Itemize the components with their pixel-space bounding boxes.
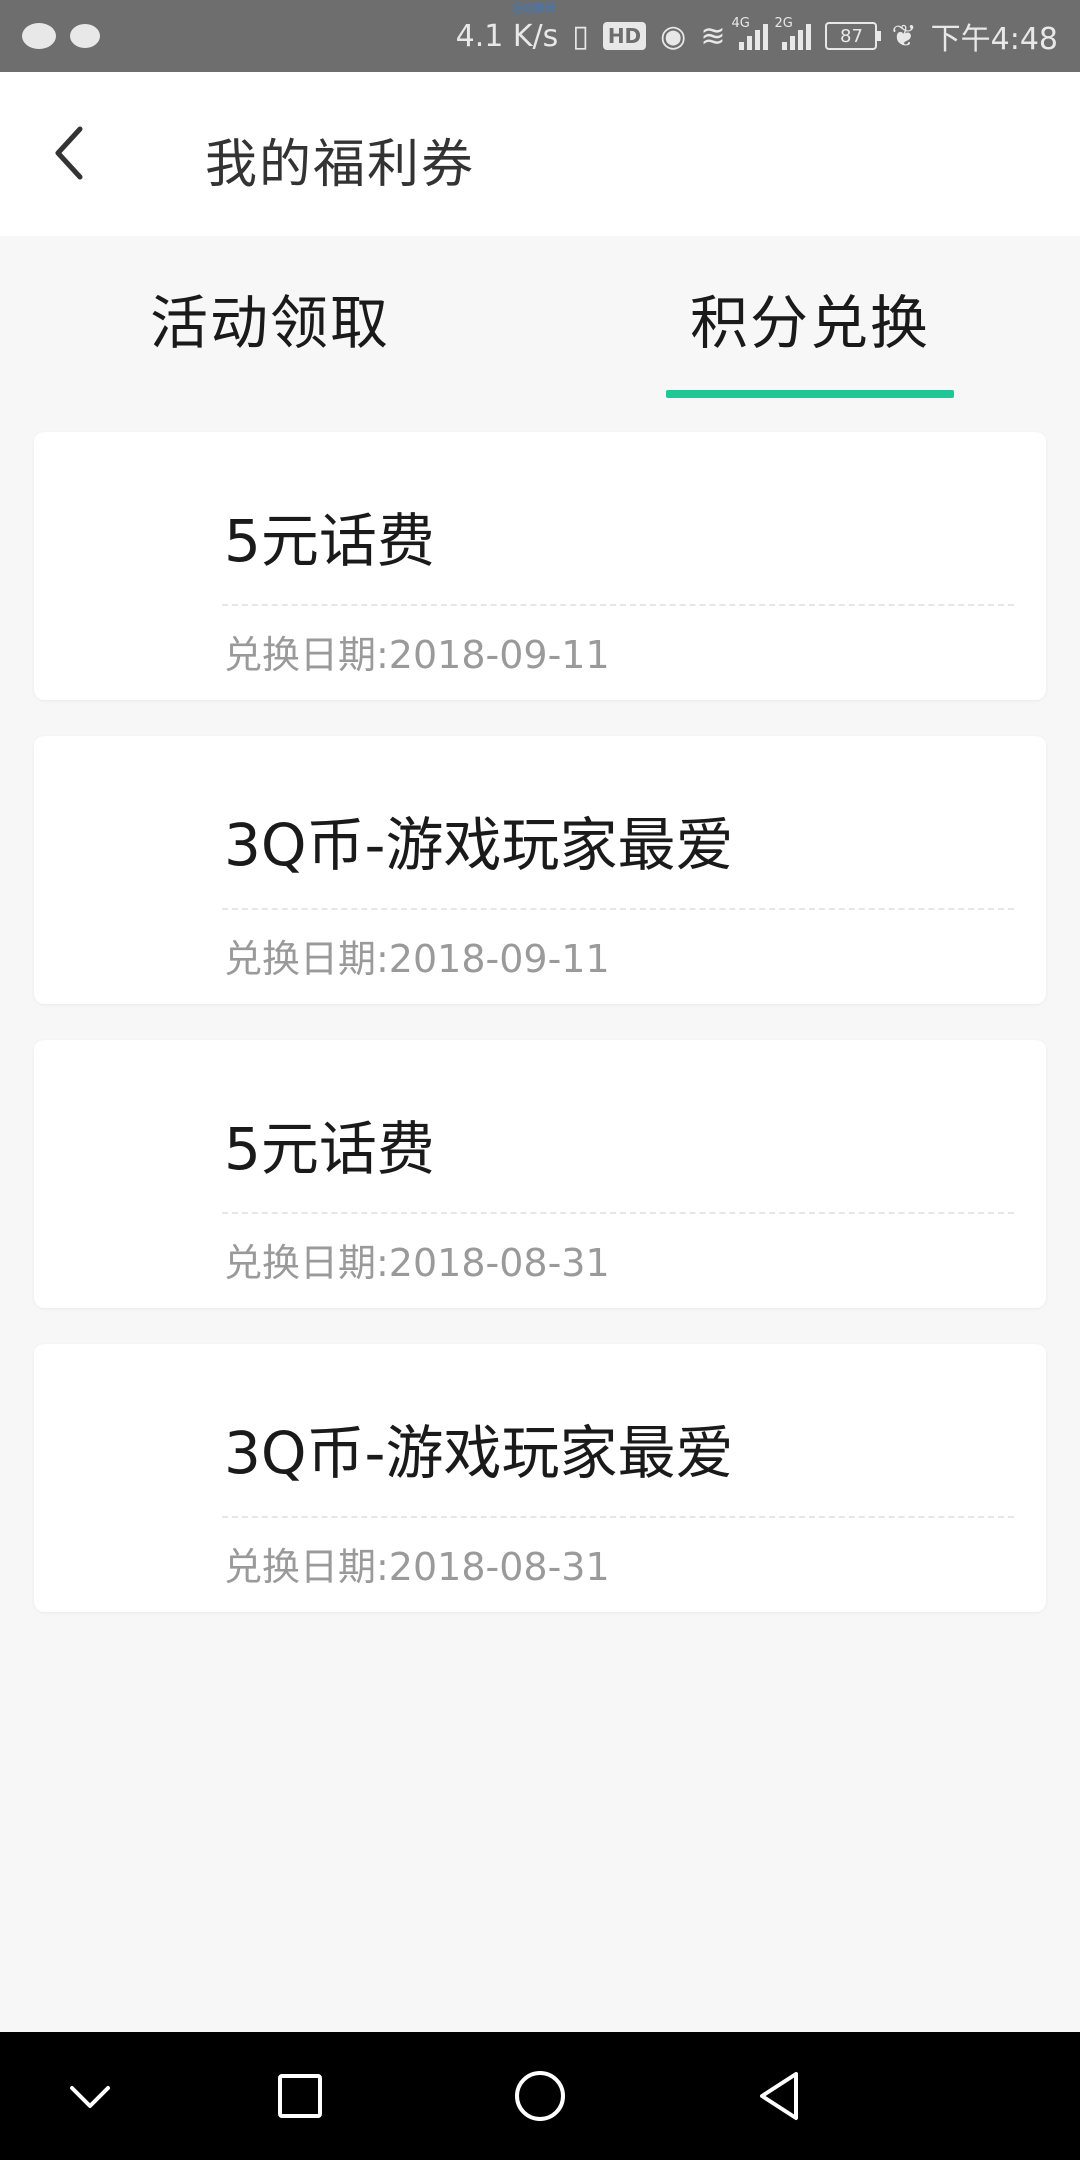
- battery-icon: 87: [825, 22, 882, 50]
- status-top-text: 活动推荐: [512, 2, 556, 15]
- navigation-bar: [0, 2032, 1080, 2160]
- network-speed: 4.1 K/s: [455, 18, 559, 54]
- status-right: 4.1 K/s ▯ HD ◉ ≋ 4G 2G 87 ❦ 下午4:48: [456, 14, 1058, 58]
- tab-activity-claim[interactable]: 活动领取: [150, 276, 390, 360]
- leaf-icon: ❦: [891, 18, 917, 54]
- nav-back-button[interactable]: [752, 2068, 808, 2124]
- active-tab-indicator: [666, 390, 954, 398]
- nav-hide-button[interactable]: [62, 2068, 118, 2124]
- back-button[interactable]: [40, 118, 100, 188]
- divider: [222, 908, 1014, 910]
- nav-recents-button[interactable]: [272, 2068, 328, 2124]
- circle-icon: [515, 2071, 565, 2121]
- divider: [222, 1516, 1014, 1518]
- coupon-card[interactable]: 5元话费 兑换日期:2018-08-31: [34, 1040, 1046, 1308]
- chevron-down-icon: [70, 2086, 110, 2108]
- coupon-title: 3Q币-游戏玩家最爱: [224, 1419, 734, 1487]
- coupon-date: 兑换日期:2018-08-31: [224, 1241, 610, 1285]
- tab-bar: 活动领取 积分兑换: [0, 236, 1080, 400]
- vibrate-icon: ▯: [572, 18, 589, 54]
- divider: [222, 604, 1014, 606]
- status-left: [22, 23, 100, 49]
- triangle-back-icon: [760, 2072, 798, 2120]
- coupon-card[interactable]: 3Q币-游戏玩家最爱 兑换日期:2018-08-31: [34, 1344, 1046, 1612]
- coupon-date: 兑换日期:2018-09-11: [224, 937, 610, 981]
- eye-icon: ◉: [660, 18, 687, 54]
- coupon-card[interactable]: 5元话费 兑换日期:2018-09-11: [34, 432, 1046, 700]
- coupon-date: 兑换日期:2018-09-11: [224, 633, 610, 677]
- signal-icon: 4G: [731, 16, 769, 50]
- coupon-title: 3Q币-游戏玩家最爱: [224, 811, 734, 879]
- tab-points-exchange[interactable]: 积分兑换: [690, 276, 930, 360]
- wechat-icon: [22, 23, 56, 49]
- coupon-card[interactable]: 3Q币-游戏玩家最爱 兑换日期:2018-09-11: [34, 736, 1046, 1004]
- coupon-list: 5元话费 兑换日期:2018-09-11 3Q币-游戏玩家最爱 兑换日期:201…: [34, 432, 1046, 1648]
- message-icon: [70, 24, 100, 48]
- title-bar: 我的福利券: [0, 72, 1080, 236]
- nav-home-button[interactable]: [512, 2068, 568, 2124]
- signal-icon: 2G: [774, 16, 812, 50]
- wifi-icon: ≋: [700, 18, 726, 54]
- coupon-title: 5元话费: [224, 1115, 435, 1183]
- hd-badge: HD: [602, 22, 647, 50]
- coupon-title: 5元话费: [224, 507, 435, 575]
- coupon-date: 兑换日期:2018-08-31: [224, 1545, 610, 1589]
- page-title: 我的福利券: [205, 135, 476, 195]
- chevron-left-icon: [55, 126, 83, 180]
- square-icon: [278, 2074, 322, 2118]
- divider: [222, 1212, 1014, 1214]
- status-time: 下午4:48: [930, 22, 1058, 57]
- status-bar: 活动推荐 4.1 K/s ▯ HD ◉ ≋ 4G 2G 87 ❦ 下午4:48: [0, 0, 1080, 72]
